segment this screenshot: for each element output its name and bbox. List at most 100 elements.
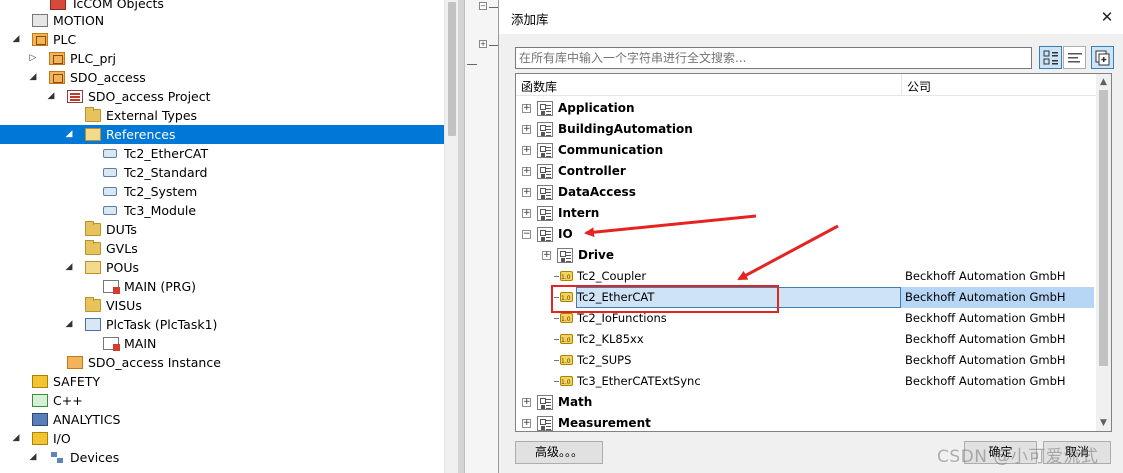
close-icon[interactable]: ✕ — [1090, 2, 1123, 32]
tree-item-external-types[interactable]: External Types — [0, 106, 444, 125]
category-row[interactable]: + Drive — [516, 245, 1096, 266]
expand-icon[interactable]: + — [522, 188, 531, 197]
collapse-icon[interactable]: − — [522, 230, 531, 239]
library-list-header: 函数库 公司 — [516, 74, 1098, 96]
library-name: Tc2_EtherCAT — [577, 290, 655, 304]
collapse-icon[interactable]: − — [479, 2, 487, 10]
tree-item-main[interactable]: MAIN — [0, 334, 444, 353]
task-icon — [85, 318, 101, 331]
dialog-title: 添加库 — [511, 12, 549, 27]
tree-item-i-o[interactable]: ◢ I/O — [0, 429, 444, 448]
folder-open-icon — [85, 261, 101, 274]
library-list-scroll-thumb[interactable] — [1099, 90, 1108, 366]
tree-item-visus[interactable]: VISUs — [0, 296, 444, 315]
tree-item-plctask-plctask1[interactable]: ◢ PlcTask (PlcTask1) — [0, 315, 444, 334]
tree-item-tc2-standard[interactable]: Tc2_Standard — [0, 163, 444, 182]
expand-arrow-icon[interactable]: ▷ — [27, 49, 39, 68]
library-row[interactable]: Tc3_EtherCATExtSync Beckhoff Automation G… — [516, 371, 1096, 393]
category-row[interactable]: + Measurement — [516, 413, 1096, 431]
explorer-scroll-thumb[interactable] — [448, 2, 456, 136]
category-name: Communication — [558, 143, 664, 157]
library-row[interactable]: Tc2_KL85xx Beckhoff Automation GmbH — [516, 329, 1096, 351]
tree-item-label: SDO_access Project — [88, 89, 211, 104]
program-icon — [103, 280, 120, 294]
expand-icon[interactable]: + — [522, 398, 531, 407]
tree-item-main-prg[interactable]: MAIN (PRG) — [0, 277, 444, 296]
tree-item-tc2-ethercat[interactable]: Tc2_EtherCAT — [0, 144, 444, 163]
add-library-dialog: 添加库 ✕ 函数库 公司 — [498, 0, 1123, 473]
reference-icon — [103, 149, 117, 158]
tree-item-plc[interactable]: ◢ PLC — [0, 30, 444, 49]
tree-connector — [554, 297, 559, 298]
category-row[interactable]: + BuildingAutomation — [516, 119, 1096, 140]
instance-icon — [67, 356, 83, 369]
collapse-arrow-icon[interactable]: ◢ — [27, 68, 39, 87]
category-row[interactable]: + Application — [516, 98, 1096, 119]
tree-item-duts[interactable]: DUTs — [0, 220, 444, 239]
collapse-arrow-icon[interactable]: ◢ — [45, 87, 57, 106]
collapse-arrow-icon[interactable]: ◢ — [63, 125, 75, 144]
expand-icon[interactable]: + — [522, 419, 531, 428]
tree-item-safety[interactable]: SAFETY — [0, 372, 444, 391]
category-row[interactable]: + Intern — [516, 203, 1096, 224]
collapse-arrow-icon[interactable]: ◢ — [10, 30, 22, 49]
collapse-arrow-icon[interactable]: ◢ — [63, 258, 75, 277]
library-search-input[interactable] — [515, 47, 1032, 69]
tree-item-plc-prj[interactable]: ▷ PLC_prj — [0, 49, 444, 68]
expand-icon[interactable]: + — [522, 167, 531, 176]
collapse-arrow-icon[interactable]: ◢ — [63, 315, 75, 334]
collapse-arrow-icon[interactable]: ◢ — [27, 448, 39, 467]
expand-icon[interactable]: + — [522, 104, 531, 113]
category-row[interactable]: + Controller — [516, 161, 1096, 182]
library-icon — [560, 351, 573, 372]
category-row[interactable]: + Math — [516, 392, 1096, 413]
category-row[interactable]: − IO — [516, 224, 1096, 245]
category-row[interactable]: + Communication — [516, 140, 1096, 161]
expand-icon[interactable]: + — [479, 40, 487, 48]
scroll-up-icon[interactable]: ▲ — [1096, 74, 1111, 90]
library-list-scrollbar[interactable]: ▲ ▼ — [1096, 74, 1111, 431]
tree-item-sdo-access-instance[interactable]: SDO_access Instance — [0, 353, 444, 372]
expand-icon[interactable]: + — [522, 209, 531, 218]
tree-item-label: SDO_access — [70, 70, 146, 85]
safety-icon — [32, 375, 48, 388]
collapse-arrow-icon[interactable]: ◢ — [10, 429, 22, 448]
library-row[interactable]: Tc2_SUPS Beckhoff Automation GmbH — [516, 350, 1096, 372]
category-name: Intern — [558, 206, 600, 220]
tree-item-c[interactable]: C++ — [0, 391, 444, 410]
tree-item-references[interactable]: ◢ References — [0, 125, 444, 144]
expand-icon[interactable]: + — [542, 251, 551, 260]
tree-item-sdo-access-project[interactable]: ◢ SDO_access Project — [0, 87, 444, 106]
folder-icon — [85, 240, 101, 255]
add-copy-icon — [1095, 50, 1110, 66]
list-view-icon — [1068, 53, 1082, 63]
tree-item-devices[interactable]: ◢ Devices — [0, 448, 444, 467]
tree-item-sdo-access[interactable]: ◢ SDO_access — [0, 68, 444, 87]
library-row[interactable]: Tc2_EtherCAT Beckhoff Automation GmbH — [516, 287, 1096, 309]
list-view-button[interactable] — [1063, 46, 1086, 69]
category-row[interactable]: + DataAccess — [516, 182, 1096, 203]
expand-icon[interactable]: + — [522, 125, 531, 134]
tree-item-label: DUTs — [106, 222, 137, 237]
tree-item-pous[interactable]: ◢ POUs — [0, 258, 444, 277]
expand-icon[interactable]: + — [522, 146, 531, 155]
tree-connector — [554, 339, 559, 340]
cancel-button[interactable]: 取消 — [1043, 441, 1111, 464]
tree-item-tc2-system[interactable]: Tc2_System — [0, 182, 444, 201]
tree-item-label: C++ — [53, 393, 83, 408]
add-repository-button[interactable] — [1091, 46, 1114, 69]
tree-item-tc3-module[interactable]: Tc3_Module — [0, 201, 444, 220]
ok-button[interactable]: 确定 — [964, 441, 1037, 464]
column-divider[interactable] — [901, 74, 902, 96]
advanced-button[interactable]: 高级。。。 — [515, 441, 603, 464]
column-header-library[interactable]: 函数库 — [521, 78, 557, 95]
tree-item-motion[interactable]: MOTION — [0, 11, 444, 30]
category-view-button[interactable] — [1039, 46, 1062, 69]
explorer-scrollbar[interactable] — [444, 0, 458, 473]
library-row[interactable]: Tc2_Coupler Beckhoff Automation GmbH — [516, 266, 1096, 288]
library-row[interactable]: Tc2_IoFunctions Beckhoff Automation GmbH — [516, 308, 1096, 330]
scroll-down-icon[interactable]: ▼ — [1096, 415, 1111, 431]
tree-item-gvls[interactable]: GVLs — [0, 239, 444, 258]
column-header-company[interactable]: 公司 — [907, 78, 931, 95]
tree-item-analytics[interactable]: ANALYTICS — [0, 410, 444, 429]
